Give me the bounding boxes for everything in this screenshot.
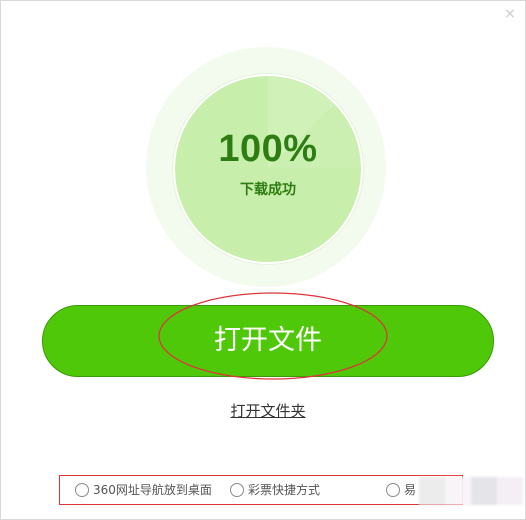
option-lottery-shortcut[interactable]: 彩票快捷方式 [230, 481, 320, 498]
open-folder-link[interactable]: 打开文件夹 [1, 400, 526, 421]
option-label: 易 [404, 483, 417, 497]
option-radio[interactable] [386, 482, 400, 497]
progress-percent: 100% [218, 128, 318, 170]
option-radio[interactable] [230, 482, 244, 497]
option-desktop-nav[interactable]: 360网址导航放到桌面 [75, 481, 212, 498]
download-complete-dialog: × 100% 下载成功 打开文件 打开文件夹 360网址导航放到桌面 彩票快捷方… [0, 0, 526, 520]
option-label: 360网址导航放到桌面 [93, 483, 212, 497]
blurred-region [419, 477, 523, 505]
option-radio[interactable] [75, 482, 89, 497]
option-label: 彩票快捷方式 [248, 483, 321, 497]
close-icon[interactable]: × [503, 7, 517, 21]
progress-circle: 100% 下载成功 [173, 74, 363, 264]
option-third[interactable]: 易 [386, 481, 416, 498]
open-file-button[interactable]: 打开文件 [42, 305, 494, 377]
download-status: 下载成功 [240, 182, 296, 198]
